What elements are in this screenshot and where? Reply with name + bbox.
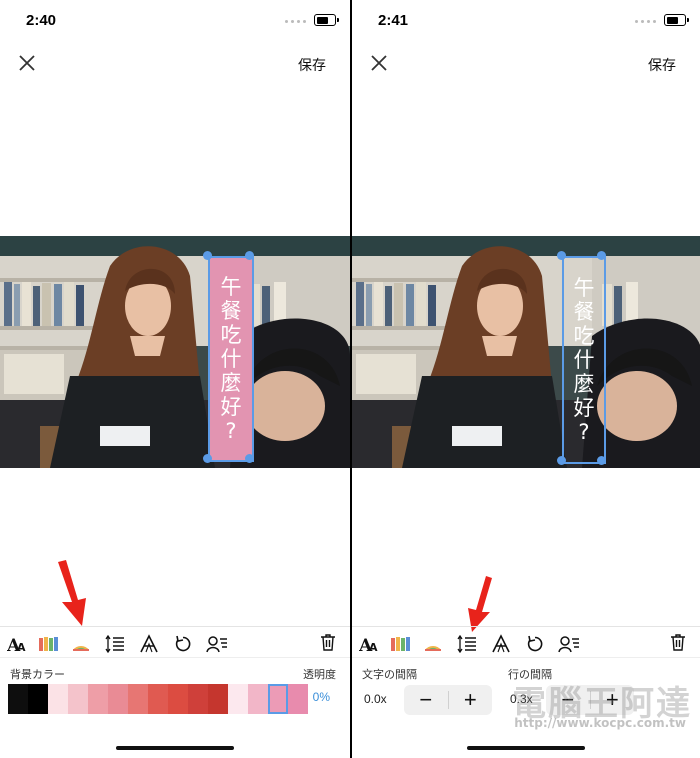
battery-icon	[314, 14, 339, 26]
trash-icon[interactable]	[670, 633, 686, 656]
text-char: 什	[220, 347, 242, 371]
color-swatch[interactable]	[208, 684, 228, 714]
text-color-icon[interactable]	[390, 633, 412, 655]
text-char: ?	[578, 420, 590, 444]
opacity-value[interactable]: 0%	[313, 690, 330, 704]
svg-text:A: A	[17, 641, 26, 653]
text-char: 餐	[573, 300, 595, 324]
text-char: 什	[573, 348, 595, 372]
text-char: 麼	[573, 372, 595, 396]
text-person-icon[interactable]	[205, 633, 229, 655]
close-icon[interactable]	[18, 54, 36, 72]
text-char: 好	[573, 396, 595, 420]
text-char: 午	[220, 275, 242, 299]
color-swatches	[8, 684, 308, 714]
color-swatch[interactable]	[228, 684, 248, 714]
char-spacing-increase-button[interactable]: +	[449, 685, 493, 715]
opacity-label: 透明度	[303, 669, 336, 681]
outline-text-icon[interactable]	[138, 633, 160, 655]
text-char: 麼	[220, 371, 242, 395]
rotate-icon[interactable]	[524, 633, 546, 655]
color-swatch[interactable]	[188, 684, 208, 714]
color-swatch[interactable]	[148, 684, 168, 714]
home-indicator	[467, 746, 585, 750]
save-button[interactable]: 保存	[648, 55, 676, 75]
char-spacing-stepper: − +	[404, 685, 492, 715]
left-panel: 2:40 保存 午 餐 吃 什 麼 好 ? A A 背景カラー 透明度 0%	[0, 0, 350, 758]
right-panel: 2:41 保存 午 餐 吃 什 麼 好 ? A A 文字の間隔 行の間隔 0.0…	[352, 0, 700, 758]
resize-handle[interactable]	[203, 454, 212, 463]
color-swatch[interactable]	[108, 684, 128, 714]
color-swatch[interactable]	[248, 684, 268, 714]
font-icon[interactable]: AA	[358, 633, 380, 655]
resize-handle[interactable]	[597, 251, 606, 260]
trash-icon[interactable]	[320, 633, 336, 656]
status-time: 2:41	[378, 12, 409, 29]
status-time: 2:40	[26, 12, 57, 29]
color-swatch[interactable]	[168, 684, 188, 714]
text-char: 好	[220, 395, 242, 419]
photo-canvas[interactable]	[352, 236, 700, 468]
resize-handle[interactable]	[557, 251, 566, 260]
text-box[interactable]: 午 餐 吃 什 麼 好 ?	[562, 256, 606, 464]
spacing-icon[interactable]	[104, 633, 126, 655]
color-swatch[interactable]	[68, 684, 88, 714]
font-icon[interactable]: AA	[6, 633, 28, 655]
color-swatch[interactable]	[268, 684, 288, 714]
rotate-icon[interactable]	[172, 633, 194, 655]
color-swatch[interactable]	[88, 684, 108, 714]
background-color-label: 背景カラー	[10, 669, 65, 681]
resize-handle[interactable]	[597, 456, 606, 465]
color-swatch[interactable]	[48, 684, 68, 714]
char-spacing-label: 文字の間隔	[362, 669, 417, 681]
text-person-icon[interactable]	[557, 633, 581, 655]
text-char: 餐	[220, 299, 242, 323]
save-button[interactable]: 保存	[298, 55, 326, 75]
resize-handle[interactable]	[245, 454, 254, 463]
arrow-annotation	[58, 560, 86, 626]
resize-handle[interactable]	[557, 456, 566, 465]
color-swatch[interactable]	[28, 684, 48, 714]
resize-handle[interactable]	[245, 251, 254, 260]
close-icon[interactable]	[370, 54, 388, 72]
watermark-url: http://www.kocpc.com.tw	[514, 716, 686, 730]
home-indicator	[116, 746, 234, 750]
color-swatch[interactable]	[128, 684, 148, 714]
photo-canvas[interactable]	[0, 236, 350, 468]
color-swatch[interactable]	[288, 684, 308, 714]
background-color-icon[interactable]	[70, 633, 92, 655]
char-spacing-value: 0.0x	[364, 692, 387, 706]
signal-icon	[635, 20, 656, 23]
signal-icon	[285, 20, 306, 23]
resize-handle[interactable]	[203, 251, 212, 260]
text-char: ?	[225, 419, 237, 443]
char-spacing-decrease-button[interactable]: −	[404, 685, 448, 715]
text-color-icon[interactable]	[38, 633, 60, 655]
text-box[interactable]: 午 餐 吃 什 麼 好 ?	[208, 256, 254, 462]
editor-toolbar: AA	[352, 626, 700, 657]
spacing-icon[interactable]	[456, 633, 478, 655]
status-bar: 2:40	[0, 0, 350, 40]
background-color-icon[interactable]	[422, 633, 444, 655]
battery-icon	[664, 14, 689, 26]
text-char: 午	[573, 276, 595, 300]
arrow-annotation	[468, 576, 492, 632]
outline-text-icon[interactable]	[490, 633, 512, 655]
svg-text:A: A	[369, 641, 378, 653]
editor-toolbar: AA	[0, 626, 350, 657]
background-color-panel: 背景カラー 透明度 0%	[0, 657, 350, 734]
text-char: 吃	[220, 323, 242, 347]
text-char: 吃	[573, 324, 595, 348]
status-bar: 2:41	[352, 0, 700, 40]
color-swatch[interactable]	[8, 684, 28, 714]
